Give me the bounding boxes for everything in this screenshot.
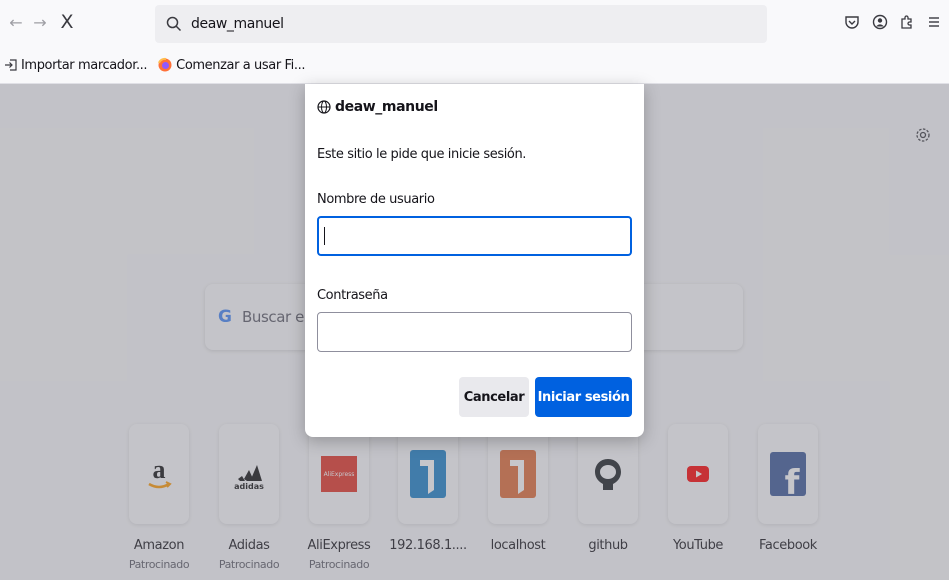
bookmark-label: Importar marcador... xyxy=(21,57,148,73)
bookmark-label: Comenzar a usar Fi... xyxy=(176,57,306,73)
dialog-message: Este sitio le pide que inicie sesión. xyxy=(317,147,527,162)
arrow-left-icon: ← xyxy=(9,12,23,32)
firefox-icon xyxy=(158,57,172,72)
auth-dialog: deaw_manuel Este sitio le pide que inici… xyxy=(305,84,644,437)
back-button[interactable]: ← xyxy=(4,10,28,34)
username-field[interactable] xyxy=(317,216,632,256)
bookmark-import[interactable]: Importar marcador... xyxy=(0,52,153,78)
import-icon xyxy=(5,59,17,71)
cancel-button[interactable]: Cancelar xyxy=(459,377,529,417)
account-icon xyxy=(872,14,888,30)
stop-button[interactable]: X xyxy=(55,10,79,34)
browser-toolbar: ← → X deaw_manuel xyxy=(0,0,949,47)
account-button[interactable] xyxy=(870,12,890,32)
url-bar[interactable]: deaw_manuel xyxy=(155,5,767,43)
globe-icon xyxy=(317,100,331,114)
pocket-icon xyxy=(845,16,859,29)
menu-button[interactable] xyxy=(924,12,944,32)
url-text: deaw_manuel xyxy=(191,16,284,32)
stop-icon: X xyxy=(60,11,74,33)
pocket-button[interactable] xyxy=(842,12,862,32)
extensions-button[interactable] xyxy=(897,12,917,32)
username-label: Nombre de usuario xyxy=(317,192,435,207)
dialog-host: deaw_manuel xyxy=(335,99,438,115)
password-field[interactable] xyxy=(317,312,632,352)
password-label: Contraseña xyxy=(317,288,388,303)
extensions-icon xyxy=(901,15,912,29)
bookmark-firefox-start[interactable]: Comenzar a usar Fi... xyxy=(153,52,311,78)
bookmarks-toolbar: Importar marcador... Comenzar a usar Fi.… xyxy=(0,47,949,84)
menu-icon xyxy=(929,17,939,27)
search-icon xyxy=(166,16,182,32)
text-caret xyxy=(324,227,325,245)
forward-button[interactable]: → xyxy=(28,10,52,34)
arrow-right-icon: → xyxy=(33,12,47,32)
dialog-header: deaw_manuel xyxy=(317,99,438,115)
login-button[interactable]: Iniciar sesión xyxy=(535,377,632,417)
